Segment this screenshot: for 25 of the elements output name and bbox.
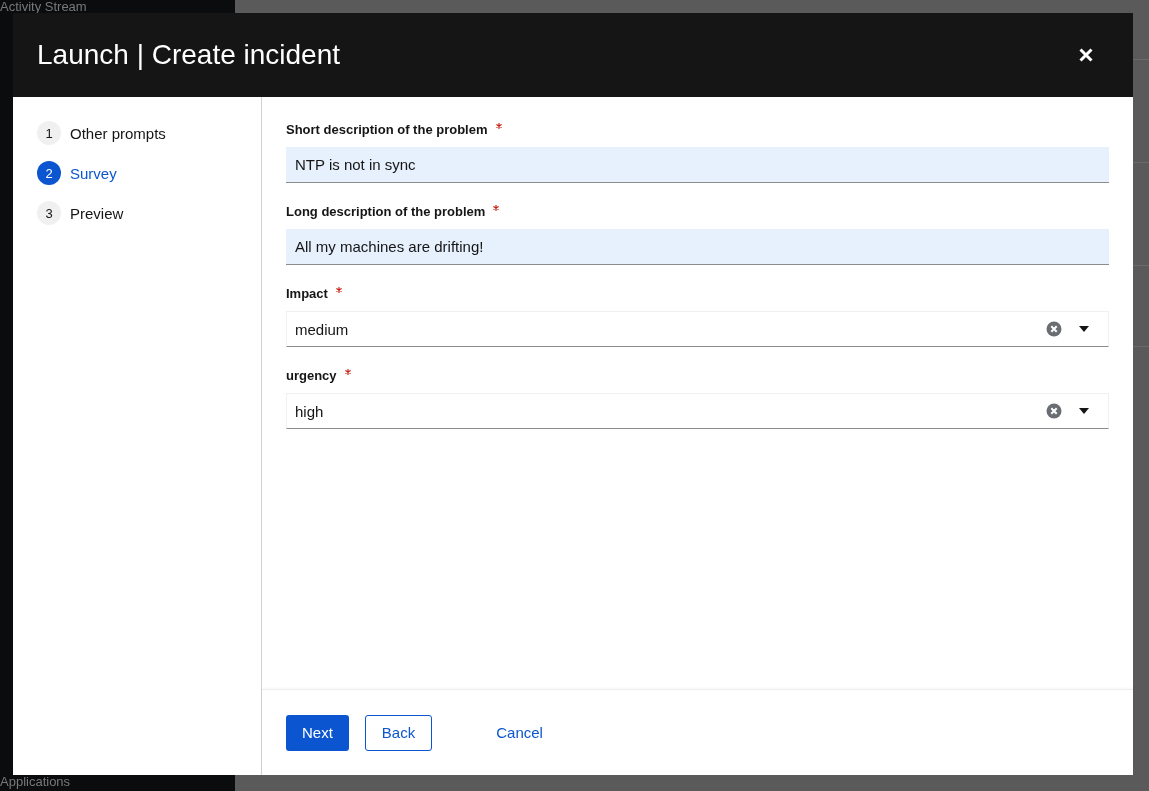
caret-icon[interactable]: [1079, 408, 1089, 414]
clear-icon[interactable]: [1046, 321, 1062, 337]
close-icon[interactable]: [1079, 48, 1093, 62]
caret-icon[interactable]: [1079, 326, 1089, 332]
cancel-link[interactable]: Cancel: [480, 714, 559, 751]
field-label: Short description of the problem: [286, 122, 488, 137]
step-number: 1: [37, 121, 61, 145]
field-label: Long description of the problem: [286, 204, 486, 219]
field-label: Impact: [286, 286, 328, 301]
wizard-step[interactable]: 2 Survey: [37, 161, 117, 185]
step-number: 3: [37, 201, 61, 225]
clear-icon[interactable]: [1046, 403, 1062, 419]
select-field[interactable]: high: [286, 393, 1109, 429]
sidebar-item[interactable]: Activity Stream: [0, 0, 87, 13]
wizard-step[interactable]: 1 Other prompts: [37, 121, 166, 145]
step-number: 2: [37, 161, 61, 185]
next-button[interactable]: Next: [286, 714, 349, 751]
back-button[interactable]: Back: [364, 714, 433, 751]
dialog-title: Launch | Create incident: [37, 39, 341, 71]
sidebar-item[interactable]: Applications: [0, 775, 71, 788]
text-field[interactable]: NTP is not in sync: [286, 147, 1109, 183]
text-field[interactable]: All my machines are drifting!: [286, 229, 1109, 265]
select-field[interactable]: medium: [286, 311, 1109, 347]
field-label: urgency: [286, 368, 337, 383]
wizard-step[interactable]: 3 Preview: [37, 201, 124, 225]
